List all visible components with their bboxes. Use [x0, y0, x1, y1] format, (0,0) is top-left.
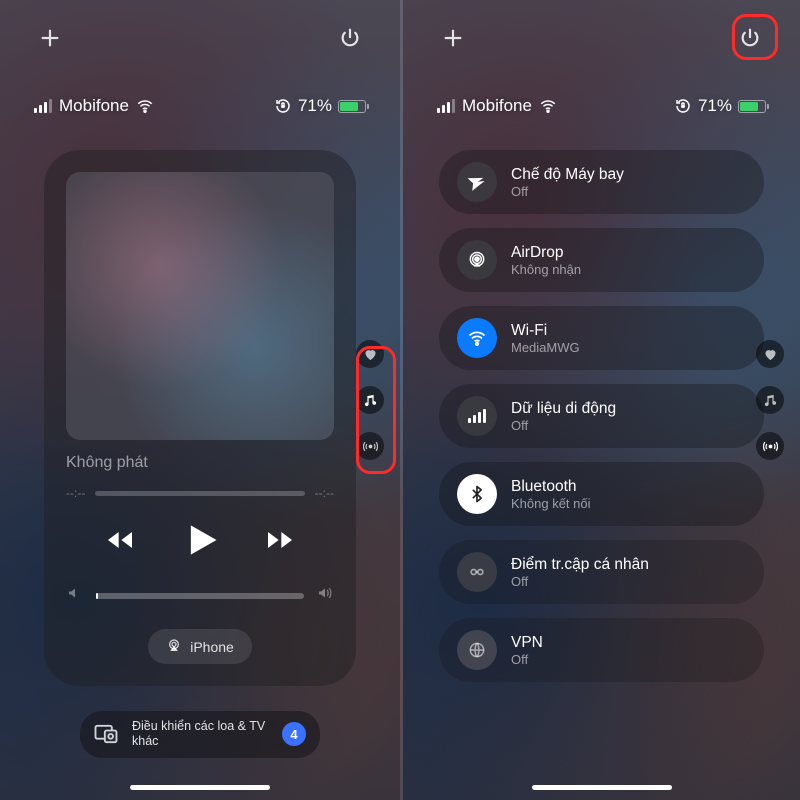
wifi-icon	[539, 97, 557, 115]
page-favorites-icon[interactable]	[756, 340, 784, 368]
volume-low-icon	[66, 584, 84, 607]
add-control-button[interactable]	[34, 22, 66, 54]
wifi-toggle-icon	[457, 318, 497, 358]
row-status: Không nhận	[511, 262, 581, 277]
airdrop-icon	[457, 240, 497, 280]
speakers-tv-hint[interactable]: Điều khiển các loa & TV khác 4	[80, 711, 320, 758]
forward-button[interactable]	[264, 524, 296, 556]
row-title: Điểm tr.cập cá nhân	[511, 556, 649, 574]
wifi-row[interactable]: Wi-Fi MediaMWG	[439, 306, 764, 370]
home-indicator[interactable]	[532, 785, 672, 790]
row-status: Off	[511, 184, 624, 199]
remaining-time: --:--	[315, 486, 334, 500]
speakers-tv-icon	[92, 720, 120, 748]
control-center-connectivity-screen: Mobifone 71% Chế độ Máy bay Off	[400, 0, 800, 800]
row-status: Không kết nối	[511, 496, 591, 511]
airplay-target-label: iPhone	[190, 639, 234, 655]
page-indicator[interactable]	[350, 326, 390, 474]
carrier-label: Mobifone	[462, 96, 532, 116]
airplay-icon	[166, 637, 182, 656]
page-connectivity-icon[interactable]	[756, 432, 784, 460]
row-status: Off	[511, 418, 616, 433]
row-title: VPN	[511, 634, 543, 652]
track-progress[interactable]: --:-- --:--	[66, 486, 334, 500]
cellular-data-icon	[457, 396, 497, 436]
page-favorites-icon[interactable]	[356, 340, 384, 368]
page-indicator[interactable]	[750, 326, 790, 474]
row-title: Dữ liệu di động	[511, 400, 616, 418]
page-connectivity-icon[interactable]	[356, 432, 384, 460]
top-row	[403, 22, 800, 54]
cellular-data-row[interactable]: Dữ liệu di động Off	[439, 384, 764, 448]
volume-high-icon	[316, 584, 334, 607]
volume-slider[interactable]	[96, 593, 304, 599]
play-button[interactable]	[178, 518, 222, 562]
hint-text: Điều khiển các loa & TV khác	[132, 719, 270, 750]
status-bar: Mobifone 71%	[403, 96, 800, 116]
row-status: Off	[511, 574, 649, 589]
wifi-icon	[136, 97, 154, 115]
airplane-icon	[457, 162, 497, 202]
carrier-label: Mobifone	[59, 96, 129, 116]
airplay-target-pill[interactable]: iPhone	[148, 629, 252, 664]
bluetooth-icon	[457, 474, 497, 514]
status-bar: Mobifone 71%	[0, 96, 400, 116]
elapsed-time: --:--	[66, 486, 85, 500]
battery-icon	[738, 100, 766, 113]
add-control-button[interactable]	[437, 22, 469, 54]
airplane-mode-row[interactable]: Chế độ Máy bay Off	[439, 150, 764, 214]
vpn-row[interactable]: VPN Off	[439, 618, 764, 682]
progress-bar[interactable]	[95, 491, 304, 496]
battery-icon	[338, 100, 366, 113]
media-card[interactable]: Không phát --:-- --:--	[44, 150, 356, 686]
battery-pct: 71%	[298, 96, 332, 116]
control-center-media-screen: Mobifone 71% Không phát --:-- --:--	[0, 0, 400, 800]
album-artwork	[66, 172, 334, 440]
bluetooth-row[interactable]: Bluetooth Không kết nối	[439, 462, 764, 526]
row-status: MediaMWG	[511, 340, 580, 355]
hint-badge: 4	[282, 722, 306, 746]
battery-pct: 71%	[698, 96, 732, 116]
row-status: Off	[511, 652, 543, 667]
orientation-lock-icon	[674, 97, 692, 115]
power-button[interactable]	[734, 22, 766, 54]
now-playing-label: Không phát	[66, 454, 334, 472]
cellular-signal-icon	[34, 99, 52, 113]
connectivity-list: Chế độ Máy bay Off AirDrop Không nhận Wi…	[439, 150, 764, 682]
row-title: Bluetooth	[511, 478, 591, 496]
page-music-icon[interactable]	[356, 386, 384, 414]
row-title: Chế độ Máy bay	[511, 166, 624, 184]
vpn-icon	[457, 630, 497, 670]
page-music-icon[interactable]	[756, 386, 784, 414]
row-title: AirDrop	[511, 244, 581, 262]
airdrop-row[interactable]: AirDrop Không nhận	[439, 228, 764, 292]
hotspot-row[interactable]: Điểm tr.cập cá nhân Off	[439, 540, 764, 604]
cellular-signal-icon	[437, 99, 455, 113]
home-indicator[interactable]	[130, 785, 270, 790]
power-button[interactable]	[334, 22, 366, 54]
row-title: Wi-Fi	[511, 322, 580, 340]
hotspot-icon	[457, 552, 497, 592]
rewind-button[interactable]	[104, 524, 136, 556]
top-row	[0, 22, 400, 54]
volume-row[interactable]	[66, 584, 334, 607]
orientation-lock-icon	[274, 97, 292, 115]
